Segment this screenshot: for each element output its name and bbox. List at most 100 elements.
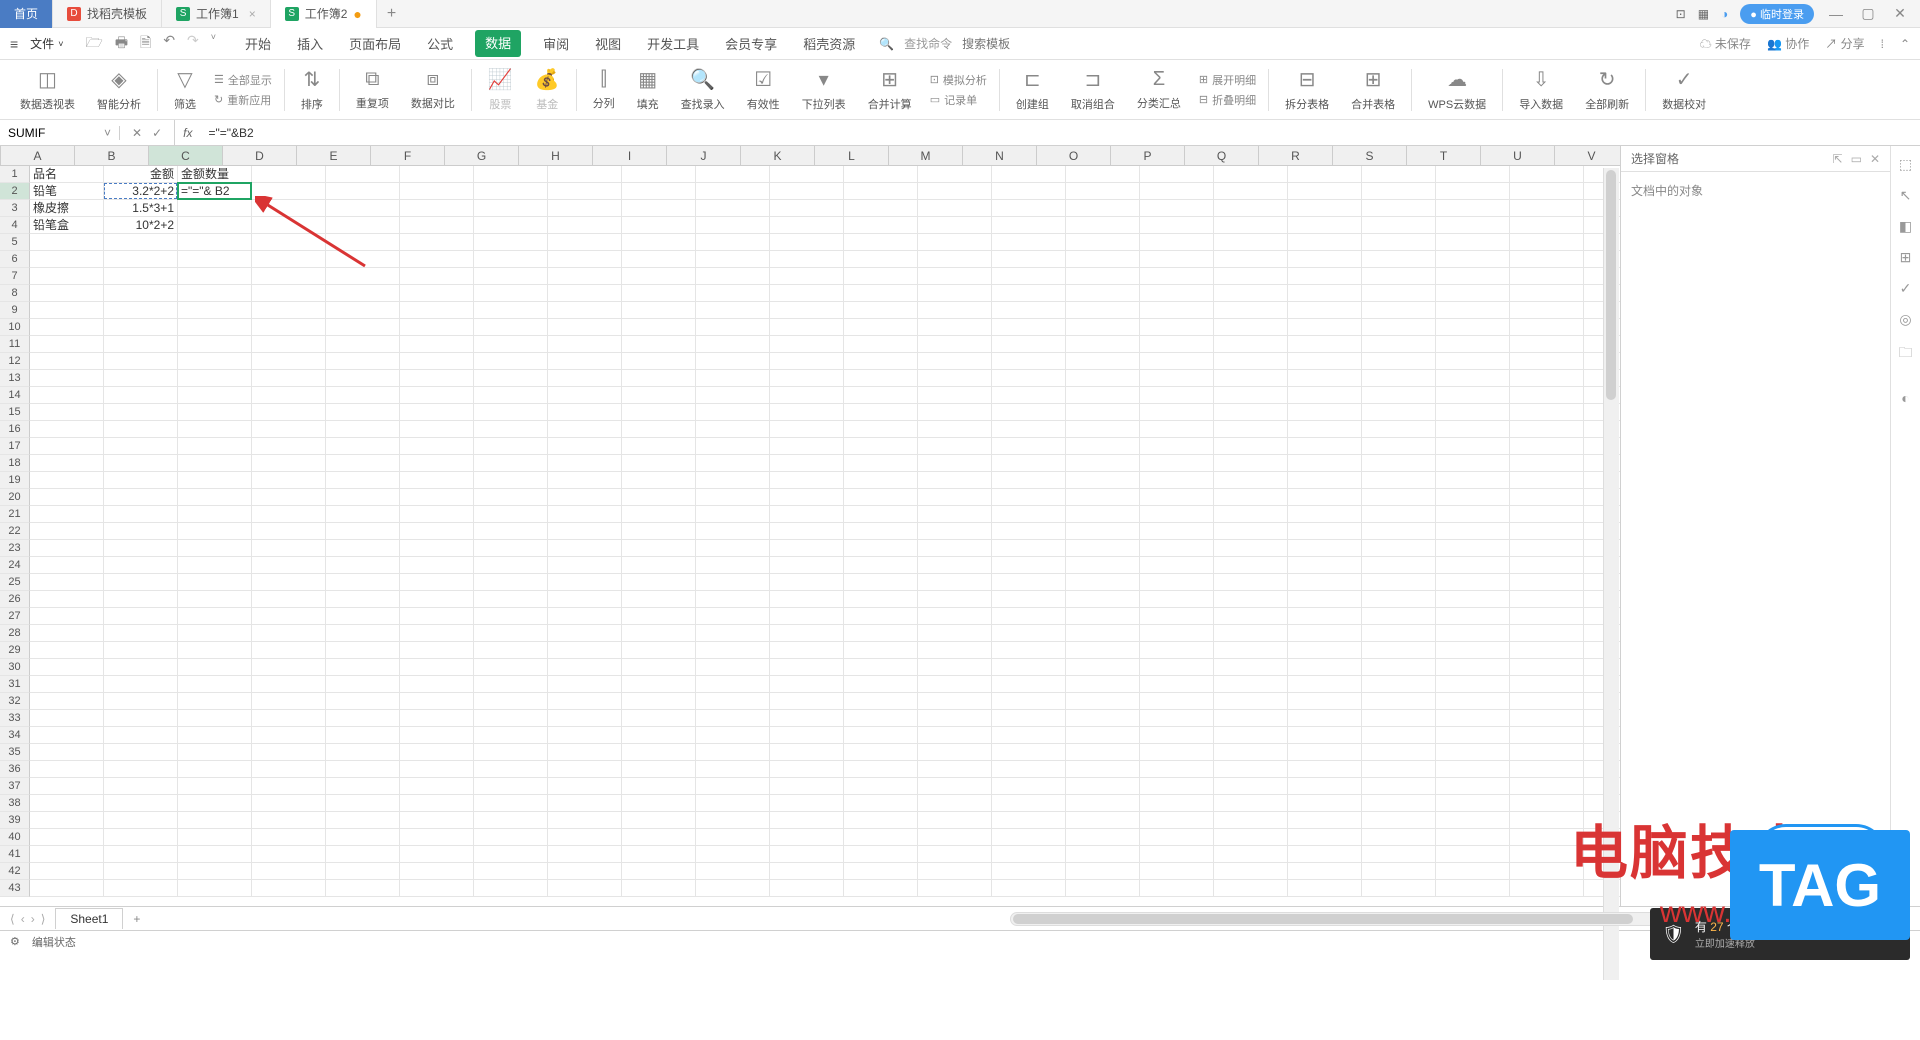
- cell[interactable]: [770, 659, 844, 676]
- cell[interactable]: [474, 183, 548, 200]
- cell[interactable]: [1362, 336, 1436, 353]
- cell[interactable]: [992, 234, 1066, 251]
- cell[interactable]: [326, 591, 400, 608]
- cell[interactable]: [1362, 506, 1436, 523]
- cell[interactable]: [474, 591, 548, 608]
- cell[interactable]: [1436, 404, 1510, 421]
- new-tab-button[interactable]: +: [377, 5, 406, 23]
- cell[interactable]: [400, 795, 474, 812]
- cell[interactable]: [104, 336, 178, 353]
- cell[interactable]: [696, 455, 770, 472]
- cell[interactable]: [696, 710, 770, 727]
- cell[interactable]: [1362, 710, 1436, 727]
- cell[interactable]: [1066, 642, 1140, 659]
- preview-icon[interactable]: 🗎: [140, 32, 151, 56]
- cell[interactable]: [1066, 659, 1140, 676]
- cell[interactable]: [696, 506, 770, 523]
- cell[interactable]: [1510, 744, 1584, 761]
- cell[interactable]: [1066, 795, 1140, 812]
- cell[interactable]: [252, 353, 326, 370]
- cell[interactable]: [1214, 438, 1288, 455]
- cell[interactable]: [1510, 625, 1584, 642]
- cell[interactable]: [696, 319, 770, 336]
- cell[interactable]: [918, 761, 992, 778]
- cell[interactable]: [1214, 421, 1288, 438]
- cell[interactable]: [918, 676, 992, 693]
- cell[interactable]: [326, 285, 400, 302]
- cell[interactable]: [252, 200, 326, 217]
- cell[interactable]: [1362, 863, 1436, 880]
- cell[interactable]: [1510, 200, 1584, 217]
- cell[interactable]: [326, 557, 400, 574]
- cell[interactable]: [104, 710, 178, 727]
- cell[interactable]: [178, 285, 252, 302]
- cell[interactable]: [104, 455, 178, 472]
- cell[interactable]: [918, 795, 992, 812]
- cell[interactable]: 3.2*2+2: [104, 183, 178, 200]
- cell[interactable]: [992, 472, 1066, 489]
- column-header[interactable]: Q: [1185, 146, 1259, 165]
- cell[interactable]: [30, 812, 104, 829]
- row-header[interactable]: 25: [0, 574, 30, 591]
- cell[interactable]: [326, 863, 400, 880]
- cell[interactable]: [918, 863, 992, 880]
- cell[interactable]: [548, 336, 622, 353]
- cell[interactable]: [1362, 591, 1436, 608]
- row-header[interactable]: 2: [0, 183, 30, 200]
- open-icon[interactable]: 🗁: [85, 32, 102, 56]
- row-header[interactable]: 42: [0, 863, 30, 880]
- print-icon[interactable]: 🖶: [115, 32, 128, 56]
- cell[interactable]: [1140, 744, 1214, 761]
- cell[interactable]: [326, 234, 400, 251]
- cell[interactable]: [918, 217, 992, 234]
- cell[interactable]: 铅笔: [30, 183, 104, 200]
- cell[interactable]: [1436, 608, 1510, 625]
- cell[interactable]: [400, 744, 474, 761]
- cell[interactable]: [326, 676, 400, 693]
- cell[interactable]: [844, 676, 918, 693]
- cell[interactable]: [252, 880, 326, 897]
- cell[interactable]: [770, 574, 844, 591]
- cell[interactable]: [1436, 880, 1510, 897]
- cell[interactable]: [474, 200, 548, 217]
- cell[interactable]: [1214, 693, 1288, 710]
- cell[interactable]: [1288, 268, 1362, 285]
- cell[interactable]: [252, 795, 326, 812]
- cell[interactable]: [1362, 829, 1436, 846]
- cell[interactable]: [252, 676, 326, 693]
- cell[interactable]: [1362, 489, 1436, 506]
- cell[interactable]: [474, 727, 548, 744]
- search-command[interactable]: 查找命令: [904, 35, 952, 52]
- cell[interactable]: [918, 489, 992, 506]
- cell[interactable]: [992, 574, 1066, 591]
- share-button[interactable]: ↗ 分享: [1825, 35, 1864, 52]
- row-header[interactable]: 6: [0, 251, 30, 268]
- cell[interactable]: [844, 200, 918, 217]
- cell[interactable]: [1362, 319, 1436, 336]
- cell[interactable]: [918, 778, 992, 795]
- cell[interactable]: [844, 421, 918, 438]
- ribbon-stock[interactable]: 📈股票: [478, 62, 523, 117]
- cell[interactable]: [474, 795, 548, 812]
- row-header[interactable]: 15: [0, 404, 30, 421]
- sheet-nav-first[interactable]: ⟨: [10, 912, 15, 926]
- menu-tab-insert[interactable]: 插入: [293, 30, 327, 57]
- cell[interactable]: [1214, 710, 1288, 727]
- cell[interactable]: [548, 489, 622, 506]
- cell[interactable]: [696, 472, 770, 489]
- cell[interactable]: [548, 608, 622, 625]
- cell[interactable]: [178, 489, 252, 506]
- cell[interactable]: [1436, 506, 1510, 523]
- column-header[interactable]: I: [593, 146, 667, 165]
- cell[interactable]: [30, 438, 104, 455]
- cell[interactable]: [474, 472, 548, 489]
- cell[interactable]: [1140, 863, 1214, 880]
- cell[interactable]: [1362, 727, 1436, 744]
- ribbon-collapse[interactable]: ⊟ 折叠明细: [1199, 92, 1256, 108]
- cell[interactable]: [400, 693, 474, 710]
- cell[interactable]: [1288, 421, 1362, 438]
- cell[interactable]: [1436, 846, 1510, 863]
- cell[interactable]: [178, 268, 252, 285]
- cell[interactable]: [1510, 659, 1584, 676]
- cell[interactable]: [400, 336, 474, 353]
